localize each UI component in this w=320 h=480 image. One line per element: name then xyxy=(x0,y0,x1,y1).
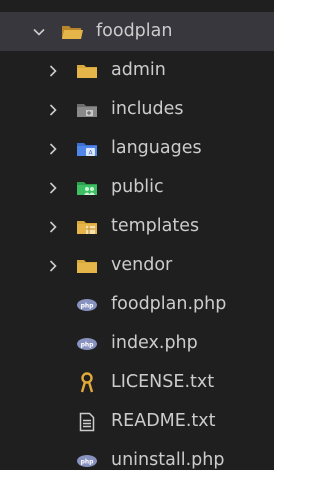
tree-item-label: vendor xyxy=(111,255,173,275)
tree-item-license-txt[interactable]: LICENSE.txt xyxy=(0,363,274,402)
tree-item-label: LICENSE.txt xyxy=(111,372,215,392)
tree-item-admin[interactable]: admin xyxy=(0,51,274,90)
tree-item-label: index.php xyxy=(111,333,198,353)
svg-text:php: php xyxy=(81,341,95,348)
tree-item-label: foodplan.php xyxy=(111,294,227,314)
tree-item-uninstall-php[interactable]: php uninstall.php xyxy=(0,441,274,480)
tree-item-readme-txt[interactable]: README.txt xyxy=(0,402,274,441)
php-file-icon: php xyxy=(75,441,99,480)
tree-item-vendor[interactable]: vendor xyxy=(0,246,274,285)
scrollbar[interactable] xyxy=(313,0,320,470)
chevron-right-icon[interactable] xyxy=(43,51,63,90)
tree-item-foodplan-php[interactable]: php foodplan.php xyxy=(0,285,274,324)
tree-item-templates[interactable]: templates xyxy=(0,207,274,246)
tree-item-label: languages xyxy=(111,138,202,158)
tree-item-label: uninstall.php xyxy=(111,450,225,470)
folder-languages-icon: A xyxy=(75,129,99,168)
folder-icon xyxy=(75,51,99,90)
license-file-icon xyxy=(75,363,99,402)
tree-item-index-php[interactable]: php index.php xyxy=(0,324,274,363)
file-explorer: foodplan admin includes A languages publ… xyxy=(0,0,274,470)
folder-public-icon xyxy=(75,168,99,207)
tree-item-public[interactable]: public xyxy=(0,168,274,207)
chevron-right-icon[interactable] xyxy=(43,168,63,207)
svg-text:php: php xyxy=(81,302,95,309)
tree-item-label: public xyxy=(111,177,164,197)
tree-item-languages[interactable]: A languages xyxy=(0,129,274,168)
tree-item-label: admin xyxy=(111,60,166,80)
folder-icon xyxy=(75,246,99,285)
php-file-icon: php xyxy=(75,285,99,324)
tree-item-label: includes xyxy=(111,99,184,119)
chevron-right-icon[interactable] xyxy=(43,129,63,168)
chevron-down-icon[interactable] xyxy=(29,12,49,51)
folder-open-icon xyxy=(60,12,84,51)
chevron-right-icon[interactable] xyxy=(43,207,63,246)
svg-text:php: php xyxy=(81,458,95,465)
tree-item-includes[interactable]: includes xyxy=(0,90,274,129)
tree-item-label: templates xyxy=(111,216,200,236)
folder-includes-icon xyxy=(75,90,99,129)
php-file-icon: php xyxy=(75,324,99,363)
folder-templates-icon xyxy=(75,207,99,246)
chevron-right-icon[interactable] xyxy=(43,90,63,129)
tree-item-label: README.txt xyxy=(111,411,216,431)
text-file-icon xyxy=(75,402,99,441)
tree-item-label: foodplan xyxy=(96,21,173,41)
tree-root-foodplan[interactable]: foodplan xyxy=(0,12,274,51)
chevron-right-icon[interactable] xyxy=(43,246,63,285)
